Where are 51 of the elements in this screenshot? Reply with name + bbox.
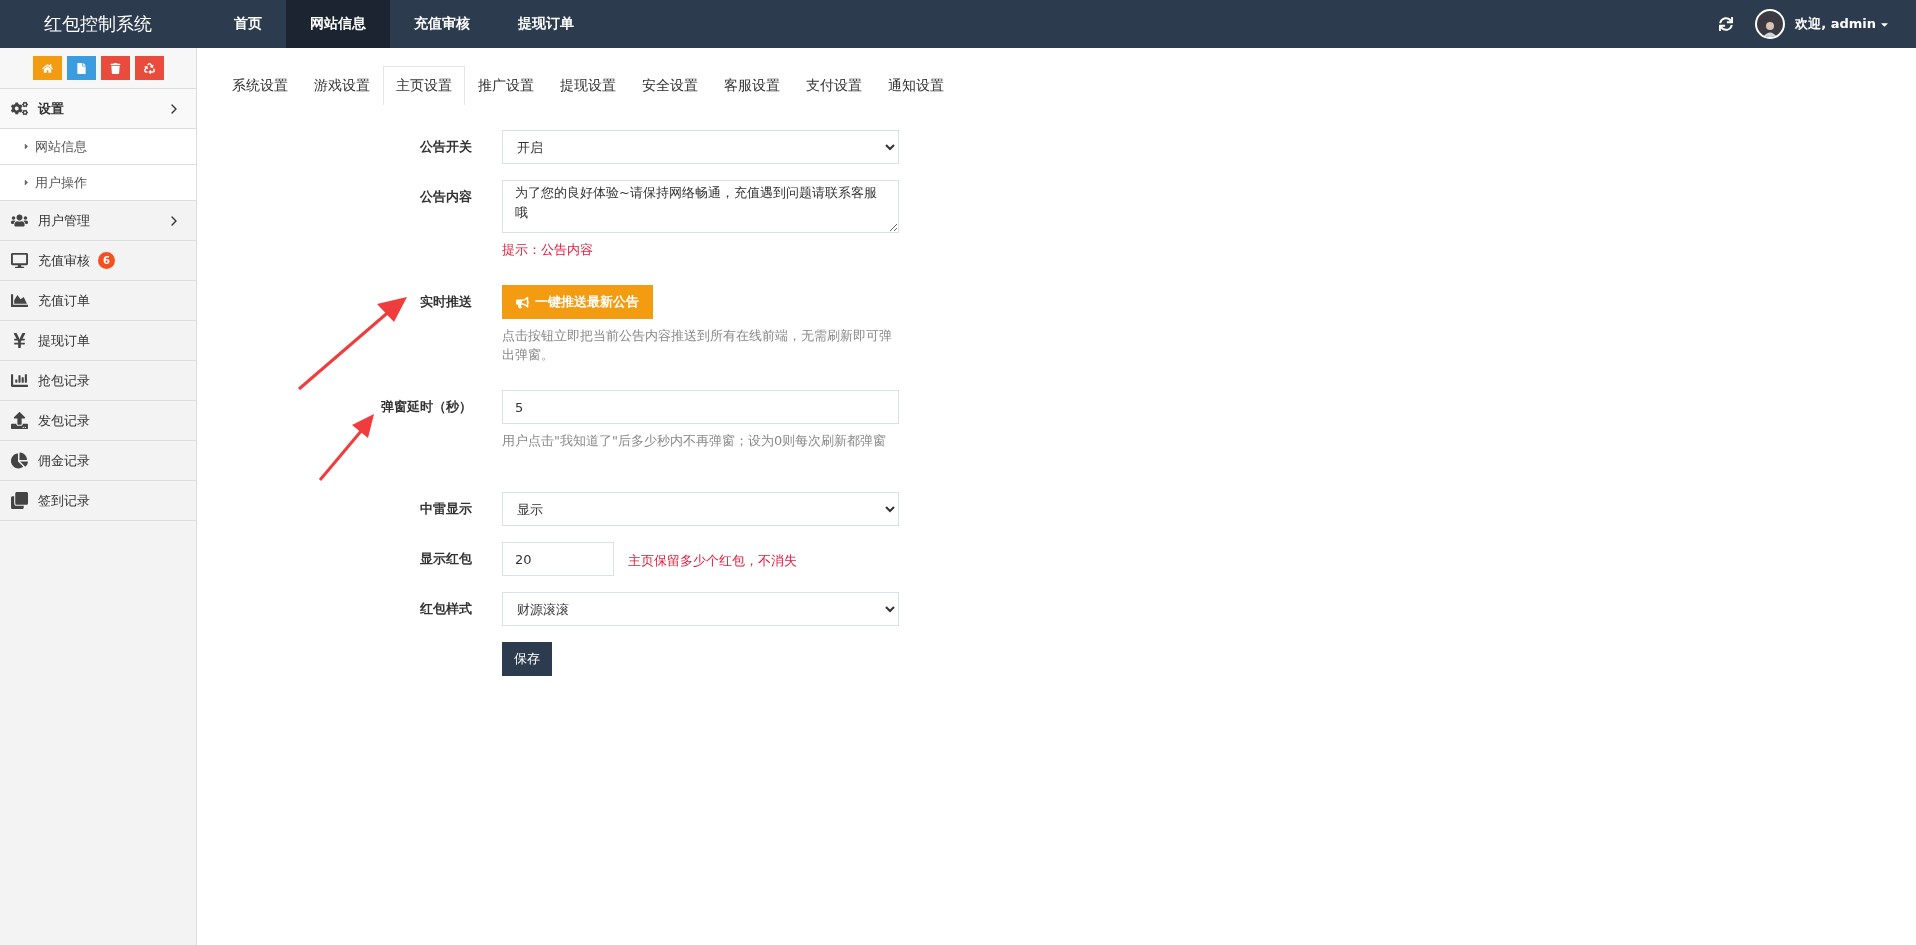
hint-text: 主页保留多少个红包，不消失 bbox=[628, 552, 797, 570]
input-field[interactable]: 5 bbox=[502, 390, 899, 424]
nav-item[interactable]: 首页 bbox=[210, 0, 286, 48]
recycle-icon bbox=[143, 62, 155, 74]
select-field[interactable]: 显示 bbox=[502, 492, 899, 526]
home-icon bbox=[41, 62, 53, 74]
monitor-icon bbox=[10, 252, 28, 269]
windows-icon bbox=[10, 492, 28, 509]
sidebar-item[interactable]: 设置 bbox=[0, 89, 196, 129]
quick-button[interactable] bbox=[66, 56, 96, 80]
file-icon bbox=[75, 62, 87, 74]
quick-button[interactable] bbox=[100, 56, 130, 80]
caret-icon bbox=[22, 178, 31, 187]
app-title: 红包控制系统 bbox=[43, 12, 153, 36]
bar-chart-icon bbox=[10, 372, 28, 389]
avatar bbox=[1755, 9, 1786, 39]
textarea-field[interactable]: 为了您的良好体验~请保持网络畅通，充值遇到问题请联系客服哦 bbox=[502, 180, 899, 233]
nav-item[interactable]: 充值审核 bbox=[390, 0, 494, 48]
hint-text: 点击按钮立即把当前公告内容推送到所有在线前端，无需刷新即可弹出弹窗。 bbox=[502, 327, 893, 364]
field-label: 公告开关 bbox=[419, 138, 472, 156]
annotation-arrow bbox=[318, 414, 374, 481]
hint-text: 提示：公告内容 bbox=[502, 241, 594, 259]
select-field[interactable]: 开启 bbox=[502, 130, 899, 164]
count-badge: 6 bbox=[98, 252, 115, 269]
select-field[interactable]: 财源滚滚 bbox=[502, 592, 899, 626]
area-chart-icon bbox=[10, 292, 28, 309]
field-label: 红包样式 bbox=[419, 600, 472, 618]
gears-icon bbox=[10, 100, 28, 117]
tab[interactable]: 主页设置 bbox=[383, 66, 465, 105]
hint-text: 用户点击"我知道了"后多少秒内不再弹窗；设为0则每次刷新都弹窗 bbox=[502, 432, 888, 450]
megaphone-icon bbox=[516, 295, 529, 309]
pie-chart-icon bbox=[10, 452, 28, 469]
field-label: 实时推送 bbox=[419, 293, 472, 311]
field-label: 公告内容 bbox=[419, 188, 472, 206]
users-icon bbox=[10, 212, 28, 229]
field-label: 中雷显示 bbox=[419, 500, 472, 518]
field-label: 显示红包 bbox=[419, 550, 472, 568]
trash-icon bbox=[109, 62, 121, 74]
field-label: 弹窗延时（秒） bbox=[380, 398, 472, 416]
submenu-item[interactable]: 网站信息 bbox=[0, 129, 196, 165]
submenu-item[interactable]: 用户操作 bbox=[0, 165, 196, 201]
save-button[interactable]: 保存 bbox=[502, 642, 552, 676]
quick-button[interactable] bbox=[32, 56, 62, 80]
refresh-icon[interactable] bbox=[1719, 17, 1734, 31]
nav-item[interactable]: 网站信息 bbox=[286, 0, 390, 48]
nav-item[interactable]: 提现订单 bbox=[494, 0, 598, 48]
upload-icon bbox=[10, 412, 28, 429]
caret-icon bbox=[22, 142, 31, 151]
quick-button[interactable] bbox=[134, 56, 164, 80]
user-menu[interactable]: 欢迎, admin bbox=[1795, 15, 1890, 33]
input-field[interactable]: 20 bbox=[502, 542, 614, 576]
